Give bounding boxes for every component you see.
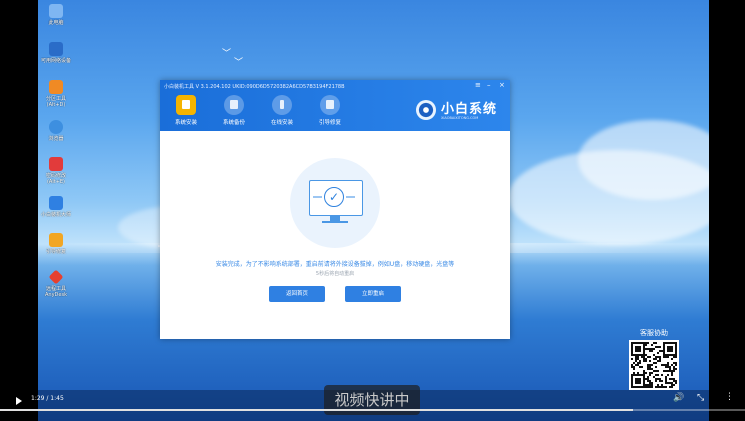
volume-icon[interactable]: 🔊 xyxy=(673,394,684,403)
progress-fill xyxy=(0,409,634,411)
computer-icon xyxy=(49,4,63,18)
qr-code-icon xyxy=(629,340,679,390)
restart-countdown: 5秒后将自动重启 xyxy=(315,271,355,277)
desktop-icon-partition[interactable]: 分区工具 (Alt+D) xyxy=(33,80,79,108)
bird-icon: ﹀ xyxy=(222,49,232,59)
desktop-icon-label: 可用网络设备 xyxy=(40,58,71,64)
desktop-icon-computer[interactable]: 此电脑 xyxy=(33,4,79,26)
minimize-icon[interactable]: – xyxy=(487,82,491,89)
desktop-icon-password[interactable]: 密码修改 (Alt+E) xyxy=(33,157,79,185)
playback-time: 1:29 / 1:45 xyxy=(31,395,64,402)
menu-icon[interactable]: ≡ xyxy=(475,82,481,89)
desktop-icon-label: 密码修改 (Alt+E) xyxy=(45,173,66,185)
restart-now-button[interactable]: 立即重启 xyxy=(345,286,401,302)
boot-repair-icon xyxy=(320,95,340,115)
brand-name: 小白系统 xyxy=(441,102,498,117)
tab-system-backup[interactable]: 系统备份 xyxy=(214,95,254,126)
network-icon xyxy=(49,42,63,56)
play-icon[interactable] xyxy=(16,397,22,405)
qr-label: 客服协助 xyxy=(640,329,668,337)
system-backup-icon xyxy=(224,95,244,115)
desktop-icon-boot-repair[interactable]: 引导修复 xyxy=(33,233,79,255)
monitor-base xyxy=(322,221,348,223)
monitor-decor-line xyxy=(313,196,322,198)
online-install-icon xyxy=(272,95,292,115)
brand-url: XIAOBAIXITONG.COM xyxy=(441,116,479,120)
bird-icon: ﹀ xyxy=(234,58,244,68)
window-title: 小白装机工具 V 3.1.204.102 UKID:090D6D5720382A… xyxy=(164,84,345,90)
desktop-icon-label: 远程工具 AnyDesk xyxy=(45,286,67,298)
progress-bar[interactable] xyxy=(0,409,745,411)
monitor-decor-line xyxy=(346,196,355,198)
video-player-controls: 1:29 / 1:45 🔊 ⤡ ⋮ xyxy=(0,390,745,421)
return-home-button[interactable]: 返回首页 xyxy=(269,286,325,302)
password-icon xyxy=(49,157,63,171)
tab-label: 系统备份 xyxy=(222,120,245,126)
installer-icon xyxy=(49,196,63,210)
tab-system-install[interactable]: 系统安装 xyxy=(166,95,206,126)
close-icon[interactable]: × xyxy=(499,82,505,89)
desktop-icon-label: 小白装机大师 xyxy=(40,212,71,218)
desktop-icon-label: 引导修复 xyxy=(45,249,66,255)
desktop-icon-browser[interactable]: 浏览器 xyxy=(33,120,79,142)
more-icon[interactable]: ⋮ xyxy=(725,393,734,402)
desktop-icon-label: 分区工具 (Alt+D) xyxy=(45,96,66,108)
pip-icon[interactable]: ⤡ xyxy=(697,394,704,403)
disk-logo-icon xyxy=(416,100,436,120)
tab-online-install[interactable]: 在线安装 xyxy=(262,95,302,126)
boot-repair-icon xyxy=(49,233,63,247)
partition-tool-icon xyxy=(49,80,63,94)
desktop-icon-label: 此电脑 xyxy=(48,20,64,26)
installer-window: 小白装机工具 V 3.1.204.102 UKID:090D6D5720382A… xyxy=(160,80,510,339)
desktop-icon-label: 浏览器 xyxy=(48,136,64,142)
completion-message: 安装完成，为了不影响系统部署，重启前请将外接设备拔掉，例如U盘，移动硬盘，光盘等 xyxy=(215,261,455,268)
browser-icon xyxy=(49,120,63,134)
system-install-icon xyxy=(176,95,196,115)
window-header: 小白装机工具 V 3.1.204.102 UKID:090D6D5720382A… xyxy=(160,80,510,131)
tab-label: 在线安装 xyxy=(270,120,293,126)
tab-label: 引导修复 xyxy=(318,120,341,126)
brand-logo: 小白系统 XIAOBAIXITONG.COM xyxy=(416,98,506,126)
tab-label: 系统安装 xyxy=(174,120,197,126)
tab-boot-repair[interactable]: 引导修复 xyxy=(310,95,350,126)
anydesk-icon xyxy=(48,269,64,285)
desktop-icon-network[interactable]: 可用网络设备 xyxy=(33,42,79,64)
desktop-icon-anydesk[interactable]: 远程工具 AnyDesk xyxy=(33,269,79,298)
check-icon: ✓ xyxy=(324,187,344,207)
desktop-icon-installer[interactable]: 小白装机大师 xyxy=(33,196,79,218)
